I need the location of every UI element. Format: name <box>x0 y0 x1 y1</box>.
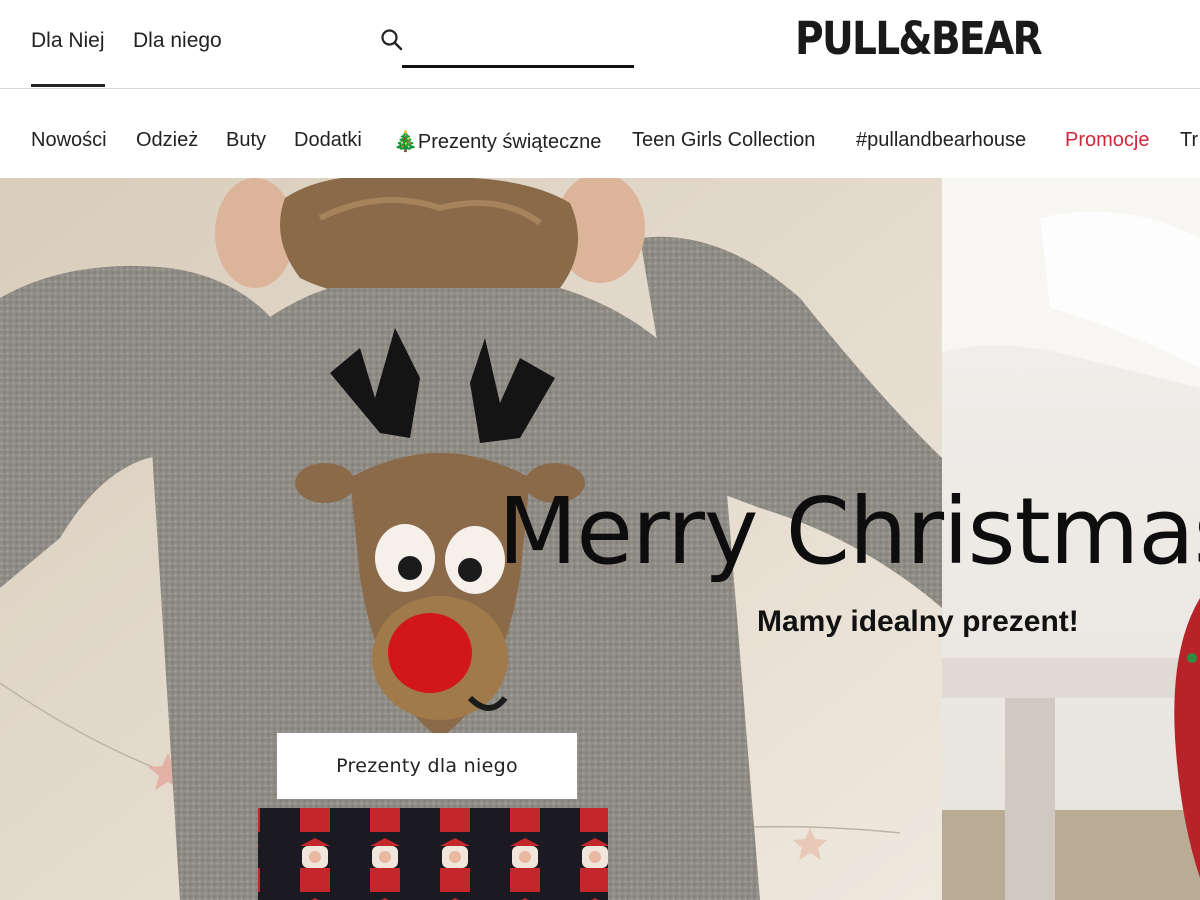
hero-title: Merry Christmas <box>498 478 1200 585</box>
nav-item-prezenty-swiateczne[interactable]: 🎄Prezenty świąteczne <box>393 129 601 154</box>
tab-dla-niej[interactable]: Dla Niej <box>31 29 105 87</box>
nav-item-teen-girls[interactable]: Teen Girls Collection <box>632 129 815 152</box>
search-input[interactable] <box>402 26 634 68</box>
brand-logo[interactable]: PULL&BEAR <box>795 12 1043 65</box>
top-header: Dla Niej Dla niego PULL&BEAR <box>0 0 1200 89</box>
search-icon[interactable] <box>380 28 404 52</box>
nav-item-promocje[interactable]: Promocje <box>1065 129 1149 152</box>
hero-banner[interactable]: Merry Christmas Mamy idealny prezent! Pr… <box>0 178 1200 900</box>
nav-item-tr[interactable]: Tr <box>1180 129 1198 152</box>
prezenty-dla-niego-button[interactable]: Prezenty dla niego <box>277 733 577 799</box>
nav-item-buty[interactable]: Buty <box>226 129 266 152</box>
nav-item-pullandbearhouse[interactable]: #pullandbearhouse <box>856 129 1026 152</box>
nav-item-odziez[interactable]: Odzież <box>136 129 198 152</box>
tab-dla-niego[interactable]: Dla niego <box>133 29 222 53</box>
nav-item-nowosci[interactable]: Nowości <box>31 129 107 152</box>
nav-item-dodatki[interactable]: Dodatki <box>294 129 362 152</box>
hero-subtitle: Mamy idealny prezent! <box>757 605 1079 638</box>
category-nav: Nowości Odzież Buty Dodatki 🎄Prezenty św… <box>0 90 1200 178</box>
